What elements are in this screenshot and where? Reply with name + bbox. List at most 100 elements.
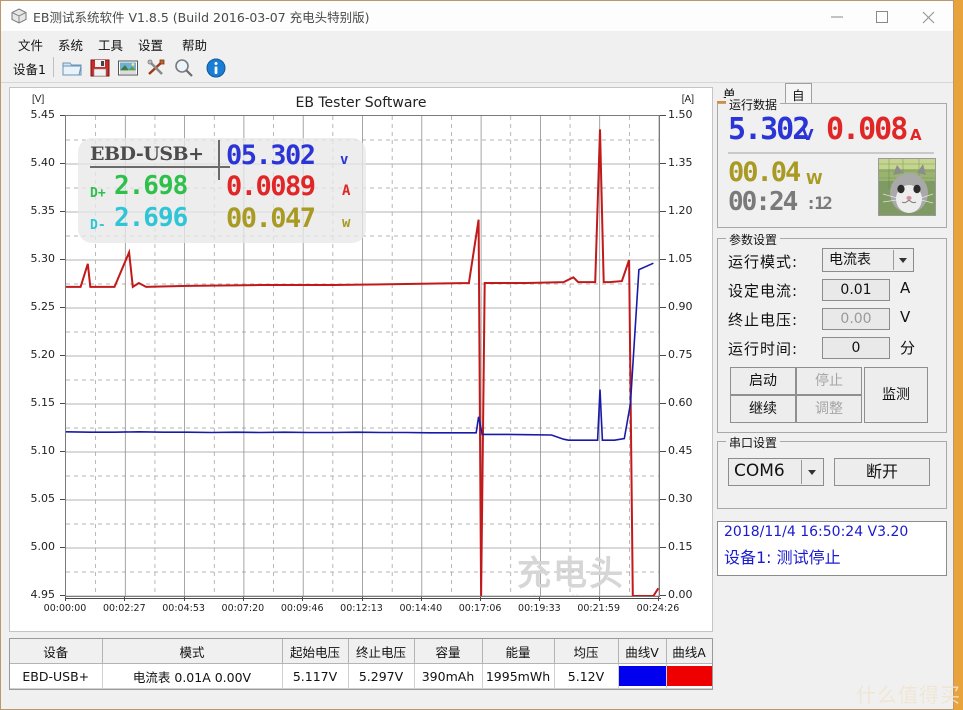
y-tick-right: 1.05 [668,252,693,265]
y-tick-mark-right [660,451,666,452]
th-curve-v[interactable]: 曲线V [618,639,667,664]
x-tick-label: 00:02:27 [102,603,146,614]
cell-energy: 1995mWh [482,663,555,689]
image-icon[interactable] [117,57,139,79]
close-button[interactable] [907,1,953,31]
y-tick-right: 0.15 [668,540,693,553]
smzdm-watermark: 什么值得买 [856,683,961,707]
y-tick-right: 0.60 [668,396,693,409]
readout-dminus-label: D- [90,218,106,233]
y-tick-right: 0.45 [668,444,693,457]
stop-button[interactable]: 停止 [796,367,862,395]
adjust-button[interactable]: 调整 [796,395,862,423]
run-time-input[interactable]: 0 [822,337,890,359]
y-tick-right: 0.90 [668,300,693,313]
cell-capacity: 390mAh [414,663,483,689]
y-tick-left: 5.10 [30,444,56,457]
log-line-status: 设备1: 测试停止 [724,548,841,567]
monitor-button[interactable]: 监测 [864,367,928,423]
th-capacity[interactable]: 容量 [414,639,483,664]
th-curve-a[interactable]: 曲线A [666,639,712,664]
readout-power-unit: w [342,215,351,231]
y-tick-left: 5.25 [30,300,56,313]
x-tick-label: 00:04:53 [162,603,205,614]
table-header-row: 设备 模式 起始电压 终止电压 容量 能量 均压 曲线V 曲线A [10,639,712,664]
run-time-label: 运行时间: [728,340,799,358]
y-tick-right: 1.50 [668,108,693,121]
toolbar: 设备1 [1,53,953,83]
x-axis-line [65,598,661,599]
run-data-group: 运行数据 5.302 V 0.008 A 00.04 W 00:24 :12 [717,96,947,228]
y-tick-left: 5.45 [30,108,56,121]
x-tick-label: 00:24:26 [636,603,680,614]
tab-auto-test[interactable]: 自动测试 [785,83,812,160]
run-mode-select[interactable]: 电流表 [822,248,914,272]
cell-device: EBD-USB+ [10,663,103,689]
menu-item-help[interactable]: 帮助 [179,34,210,55]
app-logo-icon [11,8,27,24]
x-tick-label: 00:19:33 [518,603,561,614]
tools-icon[interactable] [145,57,167,79]
set-current-input[interactable]: 0.01 [822,279,890,301]
cat-photo-thumbnail [878,158,936,216]
continue-button[interactable]: 继续 [730,395,796,423]
readout-current-unit: A [342,183,351,199]
start-button[interactable]: 启动 [730,367,796,395]
chart-title: EB Tester Software [295,95,427,111]
y-tick-mark-right [660,163,666,164]
save-floppy-icon[interactable] [89,57,111,79]
table-row[interactable]: EBD-USB+ 电流表 0.01A 0.00V 5.117V 5.297V 3… [10,663,712,689]
cutoff-voltage-input[interactable]: 0.00 [822,308,890,330]
chevron-down-icon[interactable] [893,250,912,270]
serial-settings-group: 串口设置 COM6 断开 [717,434,947,509]
menu-item-tools[interactable]: 工具 [95,34,126,55]
x-tick-label: 00:12:13 [340,603,383,614]
side-panel: 单次测试 自动测试 运行数据 5.302 V 0.008 A 00.04 W 0… [717,83,947,632]
disconnect-button[interactable]: 断开 [834,458,930,486]
menu-bar: 文件 系统 工具 设置 帮助 [1,31,953,53]
cell-curve-v-swatch[interactable] [618,663,667,689]
th-start-voltage[interactable]: 起始电压 [282,639,349,664]
serial-group-title: 串口设置 [726,434,781,451]
status-log-box: 2018/11/4 16:50:24 V3.20 设备1: 测试停止 [717,521,947,576]
th-mode[interactable]: 模式 [102,639,283,664]
x-tick-label: 00:09:46 [280,603,324,614]
readout-voltage-unit: v [340,152,349,168]
zoom-icon[interactable] [173,57,195,79]
chevron-down-icon[interactable] [801,460,822,484]
cell-curve-a-swatch[interactable] [666,663,712,689]
maximize-button[interactable] [861,1,907,31]
watermark-cn-text: 充电头 [517,554,625,594]
run-power-value: 00.04 [728,157,801,188]
x-tick-label: 00:14:40 [399,603,443,614]
th-avg-voltage[interactable]: 均压 [554,639,619,664]
y-tick-mark-right [660,115,666,116]
th-end-voltage[interactable]: 终止电压 [348,639,415,664]
cell-mode: 电流表 0.01A 0.00V [102,663,283,689]
run-time-unit: 分 [900,339,916,357]
run-time-seconds: :12 [806,194,833,214]
y-tick-left: 5.05 [30,492,56,505]
menu-item-settings[interactable]: 设置 [135,34,166,55]
x-tick-label: 00:21:59 [577,603,621,614]
readout-voltage-value: 05.302 [226,140,316,171]
device-tab-1[interactable]: 设备1 [7,55,52,82]
com-port-value: COM6 [734,461,785,481]
plot-area[interactable]: ZKETECH 充电头 www.chongdiantou.com EBD-USB… [65,115,660,597]
th-device[interactable]: 设备 [10,639,103,664]
open-folder-icon[interactable] [61,57,83,79]
run-power-unit: W [806,170,823,188]
th-energy[interactable]: 能量 [482,639,555,664]
com-port-select[interactable]: COM6 [728,458,824,486]
readout-dplus-value: 2.698 [114,171,188,201]
watermark-url-text: www.chongdiantou.com [456,593,659,596]
menu-item-file[interactable]: 文件 [15,34,46,55]
info-icon[interactable] [205,57,227,79]
y-tick-mark-right [660,211,666,212]
minimize-button[interactable] [815,1,861,31]
menu-item-system[interactable]: 系统 [55,34,86,55]
readout-dplus-label: D+ [90,186,106,201]
y-tick-mark-right [660,595,666,596]
readout-brand: EBD-USB+ [90,143,230,168]
y-tick-left: 5.20 [30,348,56,361]
